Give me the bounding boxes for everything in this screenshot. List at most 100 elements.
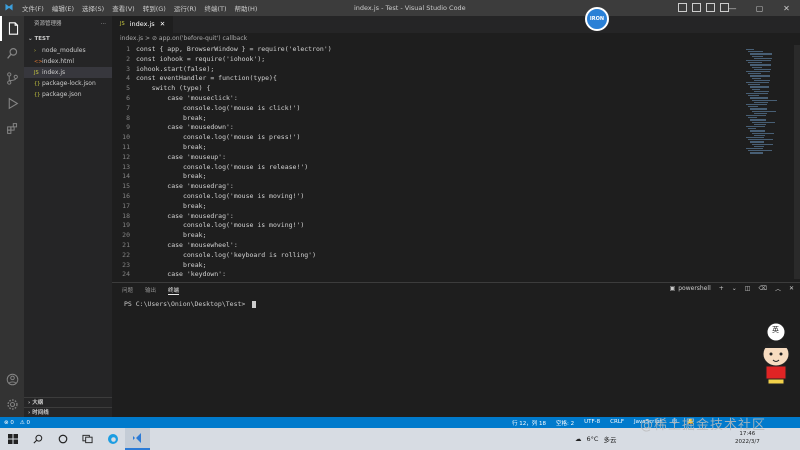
weather-desc[interactable]: 多云 — [603, 434, 616, 444]
code-line[interactable]: 13 console.log('mouse is release!') — [112, 163, 744, 173]
new-terminal-icon[interactable]: + — [719, 285, 724, 292]
code-line[interactable]: 16 console.log('mouse is moving!') — [112, 192, 744, 202]
code-line[interactable]: 23 break; — [112, 261, 744, 271]
minimap[interactable] — [744, 45, 794, 279]
minimap-line — [750, 108, 767, 110]
code-line[interactable]: 14 break; — [112, 172, 744, 182]
toggle-panel-icon[interactable] — [692, 3, 701, 12]
code-line[interactable]: 18 case 'mousedrag': — [112, 212, 744, 222]
code-line[interactable]: 15 case 'mousedrag': — [112, 182, 744, 192]
errors-count[interactable]: ⊗ 0 — [4, 420, 14, 426]
code-line[interactable]: 7 console.log('mouse is click!') — [112, 104, 744, 114]
avatar: IRON — [585, 7, 609, 31]
tab-close-icon[interactable]: ✕ — [160, 16, 165, 33]
maximize-panel-icon[interactable]: ︿ — [775, 284, 781, 293]
workspace-folder[interactable]: ⌄ TEST — [24, 33, 112, 45]
task-view-icon[interactable] — [75, 428, 100, 450]
code-line[interactable]: 5 switch (type) { — [112, 84, 744, 94]
toggle-sidebar-icon[interactable] — [678, 3, 687, 12]
file-label: node_modules — [42, 47, 86, 54]
end-of-line[interactable]: CRLF — [610, 419, 624, 427]
edge-browser-icon[interactable] — [100, 428, 125, 450]
code-line[interactable]: 4 const eventHandler = function(type){ — [112, 74, 744, 84]
taskbar-search-icon[interactable] — [25, 428, 50, 450]
file-item-node-modules[interactable]: › node_modules — [24, 45, 112, 56]
extensions-icon[interactable] — [0, 116, 24, 141]
code-text: const eventHandler = function(type){ — [136, 74, 277, 83]
tab-index-js[interactable]: JS index.js ✕ — [112, 16, 174, 33]
maximize-icon[interactable]: ▢ — [746, 4, 773, 13]
code-line[interactable]: 6 case 'mouseclick': — [112, 94, 744, 104]
code-line[interactable]: 2 const iohook = require('iohook'); — [112, 55, 744, 65]
code-line[interactable]: 9 case 'mousedown': — [112, 123, 744, 133]
outline-section[interactable]: › 大纲 — [24, 397, 112, 407]
split-terminal-icon[interactable]: ◫ — [745, 285, 751, 292]
account-icon[interactable] — [0, 367, 24, 392]
close-icon[interactable]: ✕ — [773, 4, 800, 13]
menu-go[interactable]: 转到(G) — [139, 3, 170, 13]
toggle-secondary-sidebar-icon[interactable] — [706, 3, 715, 12]
file-item-package-json[interactable]: {} package.json — [24, 89, 112, 100]
vscode-taskbar-icon[interactable] — [125, 428, 150, 450]
close-panel-icon[interactable]: ✕ — [789, 285, 794, 292]
code-line[interactable]: 3 iohook.start(false); — [112, 65, 744, 75]
code-line[interactable]: 22 console.log('keyboard is rolling') — [112, 251, 744, 261]
code-line[interactable]: 19 console.log('mouse is moving!') — [112, 221, 744, 231]
code-line[interactable]: 8 break; — [112, 114, 744, 124]
minimap-line — [748, 150, 772, 152]
minimap-line — [754, 57, 772, 59]
code-line[interactable]: 21 case 'mousewheel': — [112, 241, 744, 251]
file-item-index-html[interactable]: <>index.html — [24, 56, 112, 67]
file-item-index-js[interactable]: JS index.js — [24, 67, 112, 78]
code-line[interactable]: 24 case 'keydown': — [112, 270, 744, 279]
menu-edit[interactable]: 编辑(E) — [48, 3, 78, 13]
warnings-count[interactable]: ⚠ 0 — [20, 420, 30, 426]
indent-setting[interactable]: 空格: 2 — [556, 419, 574, 427]
weather-temp[interactable]: 6°C — [587, 435, 599, 443]
menu-run[interactable]: 运行(R) — [170, 3, 201, 13]
file-item-package-lock-json[interactable]: {} package-lock.json — [24, 78, 112, 89]
terminal-output[interactable]: PS C:\Users\Onion\Desktop\Test> — [124, 300, 257, 308]
tab-label: index.js — [129, 20, 155, 28]
code-editor[interactable]: 1 const { app, BrowserWindow } = require(… — [112, 45, 744, 279]
code-line[interactable]: 20 break; — [112, 231, 744, 241]
more-actions-icon[interactable]: ··· — [101, 16, 106, 33]
trash-icon[interactable]: ⌫ — [758, 285, 766, 292]
terminal-dropdown-icon[interactable]: ⌄ — [732, 285, 737, 292]
run-debug-icon[interactable] — [0, 91, 24, 116]
timeline-section[interactable]: › 时间线 — [24, 407, 112, 417]
minimap-line — [748, 139, 773, 141]
code-text: console.log('mouse is moving!') — [136, 221, 305, 230]
menu-file[interactable]: 文件(F) — [18, 3, 48, 13]
tab-problems[interactable]: 问题 — [122, 286, 133, 294]
start-windows-icon[interactable] — [0, 428, 25, 450]
menu-terminal[interactable]: 终端(T) — [200, 3, 230, 13]
code-line[interactable]: 1 const { app, BrowserWindow } = require(… — [112, 45, 744, 55]
menu-help[interactable]: 帮助(H) — [230, 3, 261, 13]
menu-view[interactable]: 查看(V) — [108, 3, 139, 13]
minimap-line — [748, 117, 757, 119]
explorer-icon[interactable] — [0, 16, 24, 41]
code-line[interactable]: 17 break; — [112, 202, 744, 212]
code-line[interactable]: 10 console.log('mouse is press!') — [112, 133, 744, 143]
code-line[interactable]: 11 break; — [112, 143, 744, 153]
editor-scrollbar[interactable] — [794, 45, 800, 279]
minimize-icon[interactable]: — — [719, 4, 746, 13]
breadcrumb[interactable]: index.js > ⊘ app.on('before-quit') callb… — [112, 33, 800, 45]
weather-icon[interactable]: ☁ — [575, 435, 582, 443]
settings-gear-icon[interactable] — [0, 392, 24, 417]
minimap-line — [746, 60, 771, 62]
terminal-prompt: PS C:\Users\Onion\Desktop\Test> — [124, 300, 250, 308]
cortana-icon[interactable] — [50, 428, 75, 450]
terminal-selector[interactable]: ▣ powershell — [670, 285, 711, 292]
source-control-icon[interactable] — [0, 66, 24, 91]
encoding[interactable]: UTF-8 — [584, 419, 600, 427]
minimap-line — [746, 49, 754, 51]
tab-terminal[interactable]: 终端 — [168, 286, 180, 295]
tab-output[interactable]: 输出 — [145, 286, 156, 294]
minimap-line — [754, 68, 771, 70]
search-icon[interactable] — [0, 41, 24, 66]
cursor-position[interactable]: 行 12，列 18 — [512, 419, 546, 427]
menu-selection[interactable]: 选择(S) — [78, 3, 108, 13]
code-line[interactable]: 12 case 'mouseup': — [112, 153, 744, 163]
